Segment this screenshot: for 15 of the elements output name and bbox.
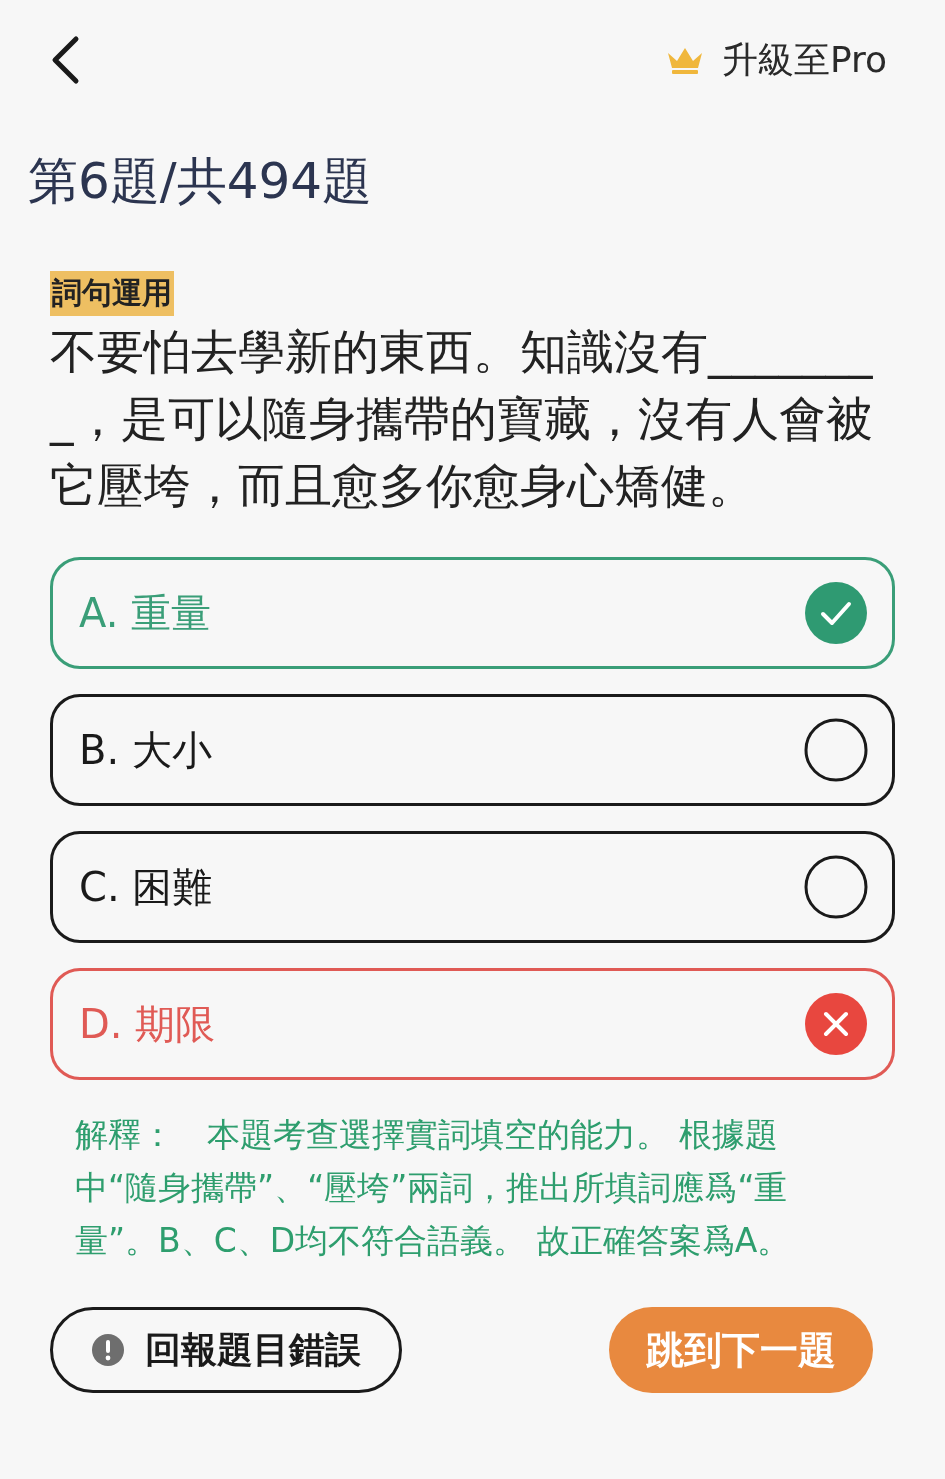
answer-option[interactable]: B. 大小 — [50, 694, 895, 806]
alert-icon — [91, 1333, 125, 1367]
option-label: B. 大小 — [79, 725, 212, 775]
option-label: A. 重量 — [79, 588, 212, 638]
back-icon — [50, 35, 80, 85]
report-button[interactable]: 回報題目錯誤 — [50, 1307, 402, 1393]
category-tag: 詞句運用 — [50, 271, 174, 316]
explanation-text: 解釋： 本題考查選擇實詞填空的能力。 根據題中“隨身攜帶”、“壓垮”兩詞，推出所填詞應爲“重量”。B、C、D均不符合語義。 故正確答案爲A。 — [75, 1114, 792, 1262]
answer-option[interactable]: C. 困難 — [50, 831, 895, 943]
question-text: 不要怕去學新的東西。知識沒有________，是可以隨身攜帶的寶藏，沒有人會被它壓垮，而且愈多你愈身心矯健。 — [50, 323, 874, 515]
option-label: D. 期限 — [79, 999, 216, 1049]
radio-circle[interactable] — [804, 718, 868, 782]
radio-circle[interactable] — [804, 855, 868, 919]
option-label: C. 困難 — [79, 862, 213, 912]
upgrade-button[interactable]: 升級至Pro — [665, 35, 887, 85]
